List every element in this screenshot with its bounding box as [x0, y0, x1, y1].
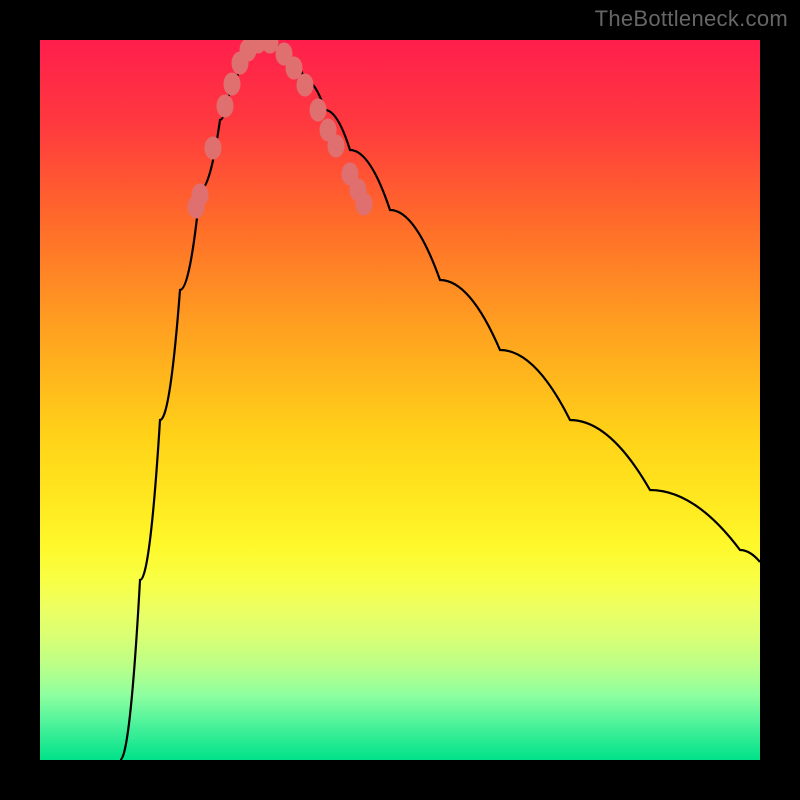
data-dot	[224, 73, 240, 95]
chart-frame: TheBottleneck.com	[0, 0, 800, 800]
plot-area	[40, 40, 760, 760]
data-dot	[205, 137, 221, 159]
data-dot	[328, 135, 344, 157]
data-dot	[286, 57, 302, 79]
data-dot	[262, 40, 278, 53]
data-dot	[297, 74, 313, 96]
data-dots	[188, 40, 372, 218]
watermark-text: TheBottleneck.com	[595, 6, 788, 32]
left-curve	[120, 42, 255, 760]
right-curve	[270, 42, 760, 562]
data-dot	[310, 99, 326, 121]
data-dot	[356, 193, 372, 215]
data-dot	[192, 184, 208, 206]
chart-svg	[40, 40, 760, 760]
data-dot	[217, 95, 233, 117]
